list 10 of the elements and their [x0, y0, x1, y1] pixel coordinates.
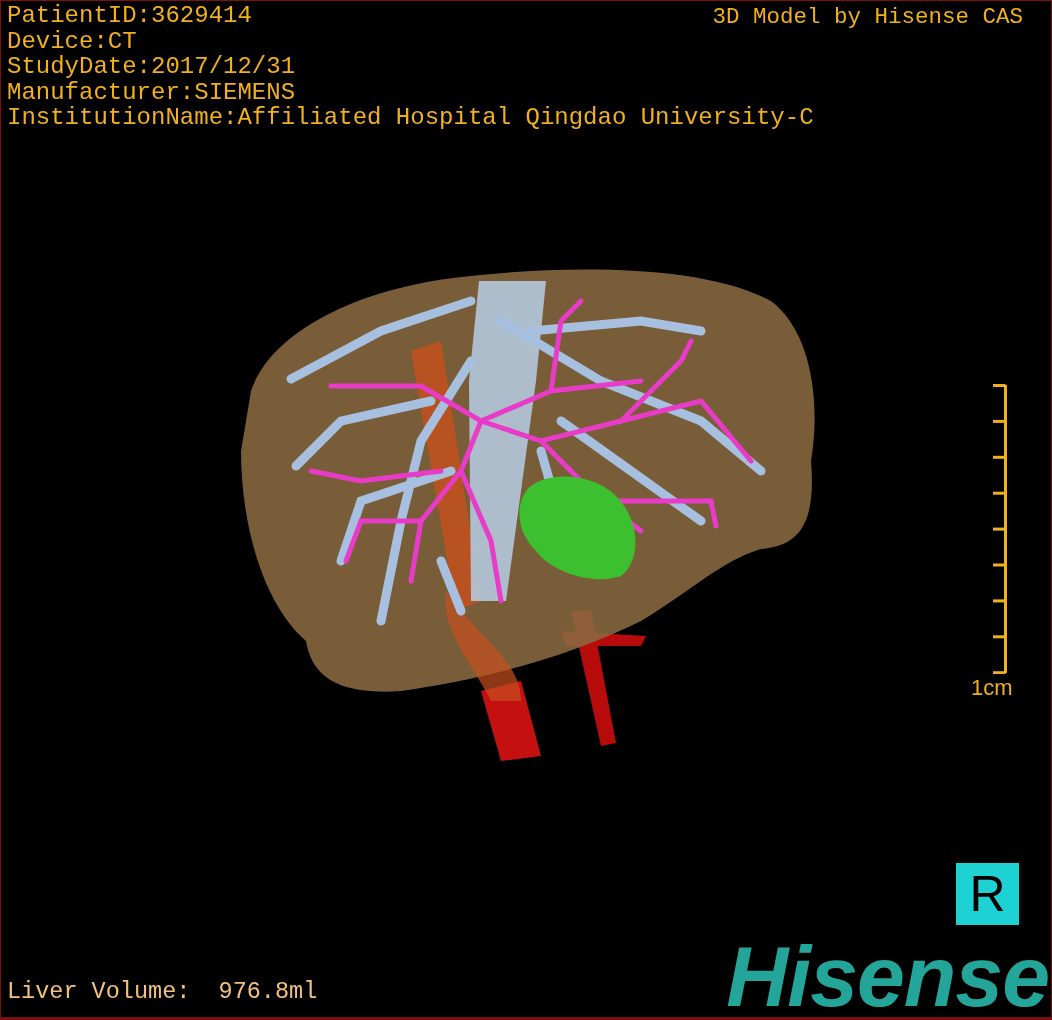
- patient-info-line: StudyDate:2017/12/31: [7, 54, 296, 80]
- scale-label: 1cm: [971, 676, 1013, 700]
- patient-info-line: PatientID:3629414: [7, 3, 252, 29]
- patient-info-line: Device:CT: [7, 28, 137, 54]
- patient-info-line: Manufacturer:SIEMENS: [7, 79, 296, 105]
- orientation-marker: R: [956, 863, 1019, 925]
- patient-info-line: InstitutionName:Affiliated Hospital Qingdao University-C: [7, 105, 814, 131]
- viewer-title: 3D Model by Hisense CAS: [712, 4, 1023, 30]
- logo-text: Hisense: [726, 927, 1049, 1017]
- liver-volume-text: Liver Volume: 976.8ml: [7, 978, 318, 1005]
